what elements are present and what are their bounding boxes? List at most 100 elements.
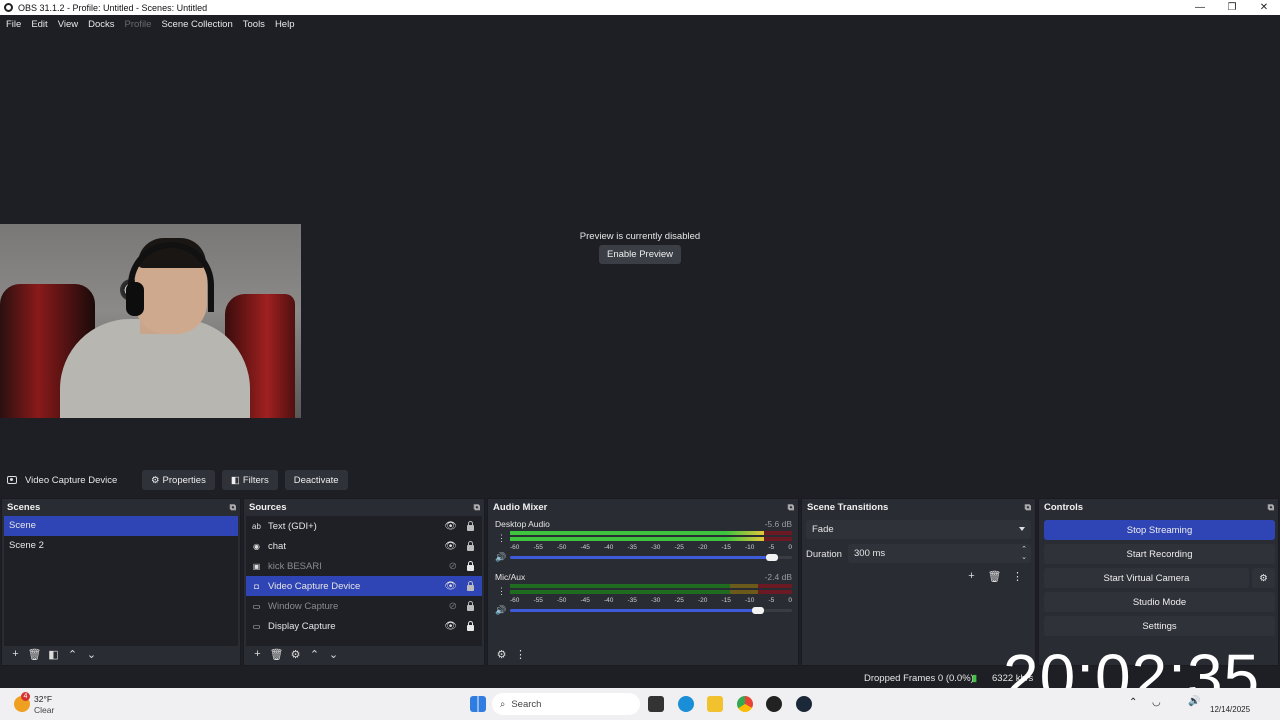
taskbar-search[interactable]: ⌕ Search <box>492 693 640 715</box>
sources-title: Sources <box>249 501 287 513</box>
move-down-button[interactable]: ⌄ <box>324 646 343 662</box>
tray-chevron-icon[interactable]: ⌃ <box>1129 697 1137 708</box>
visibility-eye-icon[interactable]: 👁 <box>444 581 457 592</box>
remove-source-button[interactable]: 🗑 <box>267 646 286 662</box>
transitions-title: Scene Transitions <box>807 501 889 513</box>
transition-select[interactable]: Fade <box>806 520 1031 539</box>
source-item[interactable]: ◘ Video Capture Device 👁 <box>246 576 482 596</box>
visibility-eye-icon[interactable]: 👁 <box>444 521 457 532</box>
menu-tools[interactable]: Tools <box>238 19 270 30</box>
advanced-audio-button[interactable]: ⚙ <box>492 646 511 662</box>
edge-icon[interactable] <box>678 696 694 712</box>
visibility-hidden-icon[interactable]: ⊘ <box>449 601 457 612</box>
duration-input[interactable]: 300 ms ⌃ ⌄ <box>848 544 1031 563</box>
lock-icon[interactable] <box>467 601 474 611</box>
float-dock-icon[interactable]: ⧉ <box>1025 502 1031 513</box>
visibility-hidden-icon[interactable]: ⊘ <box>449 561 457 572</box>
scene-filters-button[interactable]: ◧ <box>44 646 63 662</box>
visibility-eye-icon[interactable]: 👁 <box>444 621 457 632</box>
float-dock-icon[interactable]: ⧉ <box>230 502 236 513</box>
move-down-button[interactable]: ⌄ <box>82 646 101 662</box>
wifi-icon[interactable]: ◡ <box>1152 697 1161 708</box>
gear-icon: ⚙ <box>151 474 160 486</box>
virtual-camera-settings-button[interactable]: ⚙ <box>1252 568 1275 588</box>
volume-slider[interactable] <box>510 554 792 561</box>
steam-icon[interactable] <box>796 696 812 712</box>
channel-menu-icon[interactable]: ⋮ <box>497 533 506 544</box>
mixer-menu-button[interactable]: ⋮ <box>511 646 530 662</box>
weather-widget[interactable]: 4 32°F Clear <box>12 692 72 716</box>
obs-logo-icon <box>4 3 13 12</box>
spin-buttons-icon[interactable]: ⌃ ⌄ <box>1021 546 1027 562</box>
scenes-title: Scenes <box>7 501 41 513</box>
lock-icon[interactable] <box>467 521 474 531</box>
text-icon: ab <box>252 521 261 531</box>
speaker-icon[interactable]: 🔊 <box>495 552 506 563</box>
volume-meter <box>510 531 792 542</box>
visibility-eye-icon[interactable]: 👁 <box>444 541 457 552</box>
source-properties-button[interactable]: ⚙ <box>286 646 305 662</box>
meter-ticks: -60 -55 -50 -45 -40 -35 -30 -25 -20 -15 -10 -5 0 <box>510 544 792 551</box>
menu-view[interactable]: View <box>53 19 83 30</box>
minimize-button[interactable]: — <box>1184 0 1216 15</box>
task-view-icon[interactable] <box>648 696 664 712</box>
move-up-button[interactable]: ⌃ <box>305 646 324 662</box>
file-explorer-icon[interactable] <box>707 696 723 712</box>
source-item[interactable]: ab Text (GDI+) 👁 <box>246 516 482 536</box>
stop-streaming-button[interactable]: Stop Streaming <box>1044 520 1275 540</box>
slider-handle[interactable] <box>766 554 779 561</box>
remove-transition-button[interactable]: 🗑 <box>985 568 1004 584</box>
deactivate-button[interactable]: Deactivate <box>284 470 348 490</box>
transition-menu-button[interactable]: ⋮ <box>1008 568 1027 584</box>
lock-icon[interactable] <box>467 541 474 551</box>
menu-edit[interactable]: Edit <box>26 19 52 30</box>
properties-button[interactable]: ⚙ Properties <box>142 470 215 490</box>
float-dock-icon[interactable]: ⧉ <box>474 502 480 513</box>
scene-item[interactable]: Scene 2 <box>4 536 238 556</box>
chrome-icon[interactable] <box>737 696 753 712</box>
source-item[interactable]: ▭ Window Capture ⊘ <box>246 596 482 616</box>
remove-scene-button[interactable]: 🗑 <box>25 646 44 662</box>
obs-taskbar-icon[interactable] <box>766 696 782 712</box>
move-up-button[interactable]: ⌃ <box>63 646 82 662</box>
channel-db: -5.6 dB <box>764 519 792 529</box>
float-dock-icon[interactable]: ⧉ <box>1268 502 1274 513</box>
context-source: Video Capture Device <box>0 475 140 486</box>
enable-preview-button[interactable]: Enable Preview <box>599 245 681 264</box>
windows-start-icon[interactable] <box>470 696 486 712</box>
restore-button[interactable]: ❐ <box>1216 0 1248 15</box>
slider-handle[interactable] <box>752 607 765 614</box>
close-button[interactable]: ✕ <box>1248 0 1280 15</box>
float-dock-icon[interactable]: ⧉ <box>788 502 794 513</box>
menu-scene-collection[interactable]: Scene Collection <box>156 19 237 30</box>
duration-label: Duration <box>806 549 842 560</box>
source-item[interactable]: ◉ chat 👁 <box>246 536 482 556</box>
meter-fill <box>510 531 764 535</box>
channel-menu-icon[interactable]: ⋮ <box>497 586 506 597</box>
start-virtual-camera-button[interactable]: Start Virtual Camera <box>1044 568 1249 588</box>
speaker-icon[interactable]: 🔊 <box>495 605 506 616</box>
settings-button[interactable]: Settings <box>1044 616 1275 636</box>
lock-icon[interactable] <box>467 581 474 591</box>
scene-item[interactable]: Scene <box>4 516 238 536</box>
scenes-toolbar: + 🗑 ◧ ⌃ ⌄ <box>6 645 101 663</box>
source-item[interactable]: ▣ kick BESARI ⊘ <box>246 556 482 576</box>
lock-icon[interactable] <box>467 561 474 571</box>
menu-docks[interactable]: Docks <box>83 19 119 30</box>
add-scene-button[interactable]: + <box>6 646 25 662</box>
menu-help[interactable]: Help <box>270 19 300 30</box>
start-recording-button[interactable]: Start Recording <box>1044 544 1275 564</box>
audio-mixer-title: Audio Mixer <box>493 501 548 513</box>
volume-slider[interactable] <box>510 607 792 614</box>
add-source-button[interactable]: + <box>248 646 267 662</box>
lock-icon[interactable] <box>467 621 474 631</box>
menu-profile[interactable]: Profile <box>120 19 157 30</box>
dock-header: Controls ⧉ <box>1039 499 1278 515</box>
source-item[interactable]: ▭ Display Capture 👁 <box>246 616 482 636</box>
menu-file[interactable]: File <box>1 19 26 30</box>
filters-button[interactable]: ◧ Filters <box>221 470 278 490</box>
add-transition-button[interactable]: + <box>962 568 981 584</box>
studio-mode-button[interactable]: Studio Mode <box>1044 592 1275 612</box>
webcam-feed-image <box>0 224 301 418</box>
volume-icon[interactable]: 🔊 <box>1188 696 1200 707</box>
